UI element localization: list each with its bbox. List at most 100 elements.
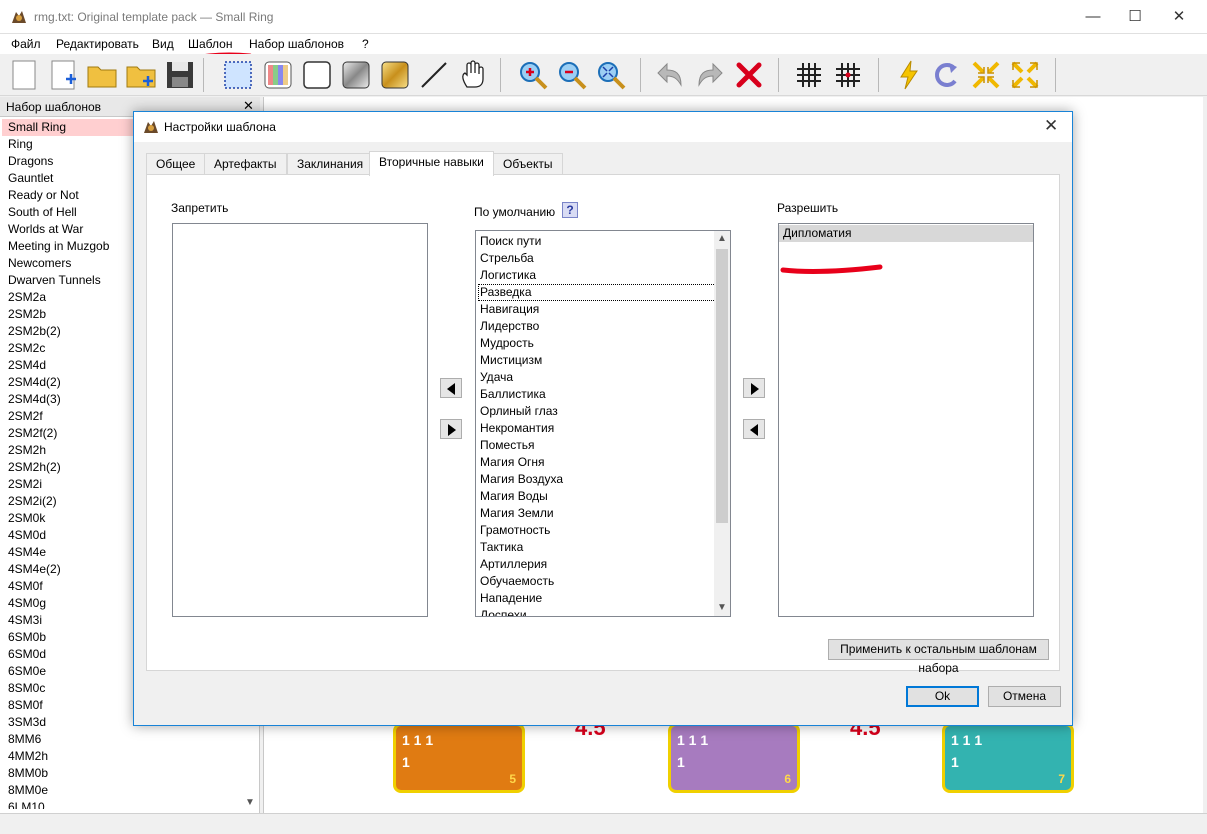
save-icon[interactable]: [164, 59, 196, 91]
lightning-icon[interactable]: [893, 59, 925, 91]
help-icon[interactable]: ?: [562, 202, 578, 218]
scroll-up-arrow[interactable]: ▲: [714, 231, 730, 247]
zone-number: 5: [509, 772, 516, 786]
grid-icon[interactable]: [793, 59, 825, 91]
toolbar-separator: [878, 58, 879, 92]
skill-list-item[interactable]: Орлиный глаз: [476, 403, 730, 420]
zone-resources: 1 1 1: [402, 732, 434, 748]
forbid-list[interactable]: [172, 223, 428, 617]
select-zone-icon[interactable]: [222, 59, 254, 91]
template-list-item[interactable]: 8MM6: [2, 731, 242, 748]
status-bar: [0, 813, 1207, 834]
draw-line-icon[interactable]: [418, 59, 450, 91]
shrink-icon[interactable]: [970, 59, 1002, 91]
redo-icon[interactable]: [693, 59, 725, 91]
skill-list-item[interactable]: Некромантия: [476, 420, 730, 437]
red-annotation-stroke: [780, 264, 883, 274]
menu-file[interactable]: Файл: [11, 37, 41, 51]
template-list-item[interactable]: 6LM10: [2, 799, 242, 809]
tab-general[interactable]: Общее: [146, 153, 206, 175]
move-from-forbid-button[interactable]: [440, 419, 462, 439]
template-list-item[interactable]: 8MM0e: [2, 782, 242, 799]
skill-list-item[interactable]: Магия Земли: [476, 505, 730, 522]
grid-snap-icon[interactable]: [832, 59, 864, 91]
apply-to-all-button[interactable]: Применить к остальным шаблонам набора: [828, 639, 1049, 675]
skill-list-item[interactable]: Доспехи: [476, 607, 730, 616]
allow-list[interactable]: Дипломатия: [778, 223, 1034, 617]
skill-list-item[interactable]: Удача: [476, 369, 730, 386]
menu-template[interactable]: Шаблон: [188, 37, 232, 51]
zone-resources: 1: [677, 754, 685, 770]
open-folder-icon[interactable]: [86, 59, 118, 91]
menu-help[interactable]: ?: [362, 37, 369, 51]
skill-list-item[interactable]: Мудрость: [476, 335, 730, 352]
app-icon: [12, 11, 26, 23]
hand-pan-icon[interactable]: [457, 59, 489, 91]
cancel-button[interactable]: Отмена: [988, 686, 1061, 707]
new-template-icon[interactable]: [48, 59, 80, 91]
scroll-thumb[interactable]: [716, 249, 728, 523]
new-document-icon[interactable]: [9, 59, 41, 91]
template-list-item[interactable]: 8MM0b: [2, 765, 242, 782]
close-window-button[interactable]: ✕: [1156, 0, 1202, 33]
tab-spells[interactable]: Заклинания: [287, 153, 374, 175]
move-from-allow-button[interactable]: [743, 419, 765, 439]
skill-list-item[interactable]: Разведка: [478, 284, 728, 301]
skill-list-item[interactable]: Магия Огня: [476, 454, 730, 471]
tab-secondary-skills[interactable]: Вторичные навыки: [369, 151, 494, 176]
minimize-button[interactable]: —: [1070, 0, 1116, 33]
undo-icon[interactable]: [655, 59, 687, 91]
allowed-skill-item[interactable]: Дипломатия: [779, 225, 1033, 242]
skill-list-item[interactable]: Мистицизм: [476, 352, 730, 369]
skill-list-item[interactable]: Лидерство: [476, 318, 730, 335]
menu-view[interactable]: Вид: [152, 37, 174, 51]
zone-resources: 1 1 1: [677, 732, 709, 748]
zone-resources: 1: [402, 754, 410, 770]
skill-list-item[interactable]: Поместья: [476, 437, 730, 454]
skill-list-item[interactable]: Стрельба: [476, 250, 730, 267]
skill-list-item[interactable]: Магия Воды: [476, 488, 730, 505]
scroll-down-arrow[interactable]: ▼: [714, 600, 730, 616]
expand-icon[interactable]: [1009, 59, 1041, 91]
zone-number: 6: [784, 772, 791, 786]
skill-list-item[interactable]: Артиллерия: [476, 556, 730, 573]
move-to-forbid-button[interactable]: [440, 378, 462, 398]
scroll-down-arrow[interactable]: ▼: [243, 797, 257, 809]
zoom-in-icon[interactable]: [517, 59, 549, 91]
zone-5[interactable]: 1 1 1 1 5: [393, 723, 525, 793]
zone-colors-icon[interactable]: [262, 59, 294, 91]
skill-list-item[interactable]: Грамотность: [476, 522, 730, 539]
zone-gold-icon[interactable]: [379, 59, 411, 91]
toolbar: [0, 54, 1207, 96]
delete-icon[interactable]: [733, 59, 765, 91]
skill-list-item[interactable]: Баллистика: [476, 386, 730, 403]
skill-list-item[interactable]: Магия Воздуха: [476, 471, 730, 488]
skill-list-item[interactable]: Тактика: [476, 539, 730, 556]
skill-list-item[interactable]: Поиск пути: [476, 233, 730, 250]
maximize-button[interactable]: ☐: [1112, 0, 1158, 33]
rotate-icon[interactable]: [931, 59, 963, 91]
ok-button[interactable]: Ok: [906, 686, 979, 707]
tab-artifacts[interactable]: Артефакты: [204, 153, 287, 175]
skill-list-item[interactable]: Логистика: [476, 267, 730, 284]
zone-7[interactable]: 1 1 1 1 7: [942, 723, 1074, 793]
move-to-allow-button[interactable]: [743, 378, 765, 398]
dialog-close-icon[interactable]: ✕: [1044, 116, 1058, 136]
default-list-scrollbar[interactable]: ▲ ▼: [714, 231, 730, 616]
skill-list-item[interactable]: Обучаемость: [476, 573, 730, 590]
template-list-item[interactable]: 4MM2h: [2, 748, 242, 765]
zone-white-icon[interactable]: [301, 59, 333, 91]
skill-list-item[interactable]: Навигация: [476, 301, 730, 318]
zone-silver-icon[interactable]: [340, 59, 372, 91]
open-add-folder-icon[interactable]: [125, 59, 157, 91]
zoom-out-icon[interactable]: [556, 59, 588, 91]
tab-objects[interactable]: Объекты: [493, 153, 563, 175]
skill-list-item[interactable]: Нападение: [476, 590, 730, 607]
default-list[interactable]: Поиск пути Стрельба Логистика Разведка Навиг…: [475, 230, 731, 617]
default-label: По умолчанию: [474, 205, 556, 219]
zone-6[interactable]: 1 1 1 1 6: [668, 723, 800, 793]
window-title: rmg.txt: Original template pack — Small …: [34, 10, 274, 24]
zoom-fit-icon[interactable]: [595, 59, 627, 91]
menu-edit[interactable]: Редактировать: [56, 37, 139, 51]
menu-template-set[interactable]: Набор шаблонов: [249, 37, 344, 51]
